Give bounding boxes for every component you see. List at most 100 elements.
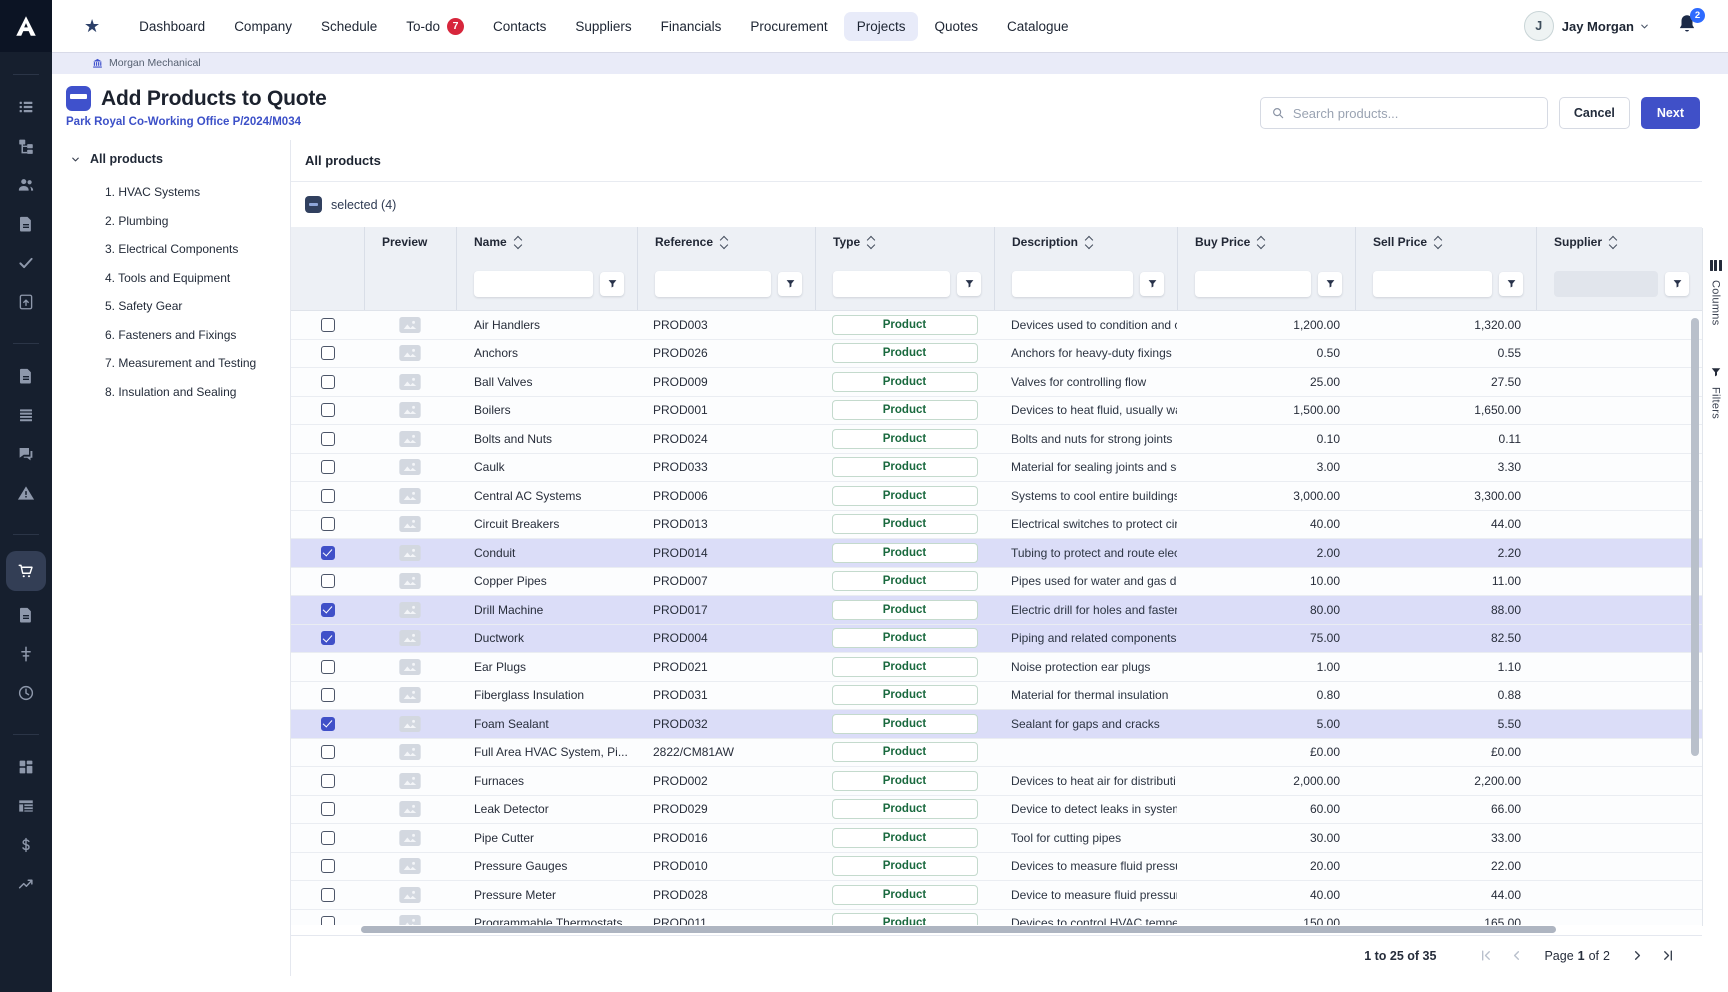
nav-item-projects[interactable]: Projects	[843, 11, 919, 41]
clock-icon[interactable]	[6, 673, 46, 712]
column-header-type[interactable]: Type	[815, 227, 994, 257]
table-row-air-handlers[interactable]: Air Handlers PROD003 Product Devices used t…	[291, 311, 1702, 340]
row-checkbox[interactable]	[320, 602, 335, 617]
horizontal-scrollbar-thumb[interactable]	[361, 926, 1556, 933]
filter-input-reference[interactable]	[655, 270, 771, 297]
table-row-drill-machine[interactable]: Drill Machine PROD017 Product Electric dril…	[291, 596, 1702, 625]
rows-icon[interactable]	[6, 395, 46, 434]
avatar[interactable]: J	[1523, 11, 1554, 41]
table-row-pipe-cutter[interactable]: Pipe Cutter PROD016 Product Tool for cuttin…	[291, 824, 1702, 853]
nav-item-quotes[interactable]: Quotes	[921, 12, 991, 41]
row-checkbox[interactable]	[320, 460, 335, 475]
table-row-bolts-and-nuts[interactable]: Bolts and Nuts PROD024 Product Bolts and nu…	[291, 425, 1702, 454]
row-checkbox[interactable]	[320, 659, 335, 674]
row-checkbox[interactable]	[320, 773, 335, 788]
table-icon[interactable]	[6, 786, 46, 825]
next-page-button[interactable]	[1630, 948, 1645, 963]
nav-item-financials[interactable]: Financials	[648, 12, 735, 41]
tree-item-1-hvac-systems[interactable]: 1. HVAC Systems	[52, 178, 290, 207]
row-checkbox[interactable]	[320, 887, 335, 902]
nav-item-to-do[interactable]: To-do 7	[393, 11, 477, 42]
tree-item-2-plumbing[interactable]: 2. Plumbing	[52, 207, 290, 236]
nav-item-schedule[interactable]: Schedule	[308, 12, 390, 41]
hierarchy-icon[interactable]	[6, 126, 46, 165]
project-link[interactable]: Park Royal Co-Working Office P/2024/M034	[66, 116, 327, 128]
tree-item-7-measurement-and-testing[interactable]: 7. Measurement and Testing	[52, 349, 290, 378]
row-checkbox[interactable]	[320, 859, 335, 874]
filter-funnel-button-buy_price[interactable]	[1318, 271, 1342, 296]
nav-item-catalogue[interactable]: Catalogue	[994, 12, 1082, 41]
document-alt-icon[interactable]	[6, 356, 46, 395]
table-row-ductwork[interactable]: Ductwork PROD004 Product Piping and related…	[291, 624, 1702, 653]
row-checkbox[interactable]	[320, 631, 335, 646]
table-row-central-ac-systems[interactable]: Central AC Systems PROD006 Product Systems …	[291, 482, 1702, 511]
table-row-ball-valves[interactable]: Ball Valves PROD009 Product Valves for cont…	[291, 368, 1702, 397]
nav-item-suppliers[interactable]: Suppliers	[562, 12, 644, 41]
sliders-icon[interactable]	[6, 634, 46, 673]
table-row-copper-pipes[interactable]: Copper Pipes PROD007 Product Pipes used for…	[291, 567, 1702, 596]
row-checkbox[interactable]	[320, 802, 335, 817]
row-checkbox[interactable]	[320, 517, 335, 532]
search-input[interactable]	[1292, 105, 1537, 121]
filter-input-name[interactable]	[474, 270, 593, 297]
table-row-programmable-thermostats[interactable]: Programmable Thermostats PROD011 Product De…	[291, 909, 1702, 925]
sort-icon[interactable]	[1084, 235, 1094, 249]
filter-funnel-button-reference[interactable]	[778, 271, 802, 296]
filter-funnel-button-supplier[interactable]	[1665, 271, 1689, 296]
tree-root-all-products[interactable]: All products	[52, 140, 290, 166]
row-checkbox[interactable]	[320, 488, 335, 503]
row-checkbox[interactable]	[320, 317, 335, 332]
table-row-leak-detector[interactable]: Leak Detector PROD029 Product Device to det…	[291, 795, 1702, 824]
last-page-button[interactable]	[1661, 948, 1676, 963]
column-header-name[interactable]: Name	[456, 227, 637, 257]
breadcrumb-company[interactable]: Morgan Mechanical	[109, 57, 201, 69]
invoice-icon[interactable]	[6, 595, 46, 634]
notifications-button[interactable]: 2	[1676, 8, 1705, 39]
trend-up-icon[interactable]	[6, 864, 46, 903]
row-checkbox[interactable]	[320, 688, 335, 703]
filter-input-sell_price[interactable]	[1373, 270, 1492, 297]
filter-input-description[interactable]	[1012, 270, 1133, 297]
table-row-conduit[interactable]: Conduit PROD014 Product Tubing to protect a…	[291, 539, 1702, 568]
first-page-button[interactable]	[1478, 948, 1493, 963]
sort-icon[interactable]	[1257, 235, 1266, 249]
filter-funnel-button-sell_price[interactable]	[1499, 271, 1523, 296]
row-checkbox[interactable]	[320, 716, 335, 731]
table-row-caulk[interactable]: Caulk PROD033 Product Material for sealing …	[291, 453, 1702, 482]
sort-icon[interactable]	[1608, 235, 1618, 249]
nav-item-contacts[interactable]: Contacts	[480, 12, 559, 41]
filter-funnel-button-description[interactable]	[1140, 271, 1164, 296]
row-checkbox[interactable]	[320, 431, 335, 446]
row-checkbox[interactable]	[320, 346, 335, 361]
row-checkbox[interactable]	[320, 830, 335, 845]
table-row-anchors[interactable]: Anchors PROD026 Product Anchors for heavy-d…	[291, 339, 1702, 368]
nav-item-dashboard[interactable]: Dashboard	[126, 12, 218, 41]
row-checkbox[interactable]	[320, 916, 335, 925]
columns-toggle[interactable]: Columns	[1709, 260, 1722, 326]
file-upload-icon[interactable]	[6, 282, 46, 321]
sort-icon[interactable]	[513, 235, 522, 249]
table-row-pressure-gauges[interactable]: Pressure Gauges PROD010 Product Devices to …	[291, 852, 1702, 881]
dollar-icon[interactable]	[6, 825, 46, 864]
table-row-full-area-hvac-system-pi[interactable]: Full Area HVAC System, Pi... 2822/CM81AW P…	[291, 738, 1702, 767]
filter-funnel-button-name[interactable]	[600, 271, 624, 296]
row-checkbox[interactable]	[320, 374, 335, 389]
filter-input-buy_price[interactable]	[1195, 270, 1311, 297]
favorite-star-icon[interactable]: ★	[84, 17, 100, 35]
column-header-sell_price[interactable]: Sell Price	[1355, 227, 1536, 257]
user-menu[interactable]: Jay Morgan	[1562, 19, 1650, 34]
column-header-supplier[interactable]: Supplier	[1536, 227, 1702, 257]
filter-funnel-button-type[interactable]	[957, 271, 981, 296]
indeterminate-checkbox[interactable]	[305, 196, 322, 213]
nav-item-procurement[interactable]: Procurement	[737, 12, 840, 41]
table-row-boilers[interactable]: Boilers PROD001 Product Devices to heat flu…	[291, 396, 1702, 425]
check-icon[interactable]	[6, 243, 46, 282]
sort-icon[interactable]	[1433, 235, 1443, 249]
users-icon[interactable]	[6, 165, 46, 204]
column-header-reference[interactable]: Reference	[637, 227, 815, 257]
table-row-pressure-meter[interactable]: Pressure Meter PROD028 Product Device to me…	[291, 881, 1702, 910]
table-row-fiberglass-insulation[interactable]: Fiberglass Insulation PROD031 Product Mater…	[291, 681, 1702, 710]
next-button[interactable]: Next	[1640, 97, 1700, 129]
row-checkbox[interactable]	[320, 574, 335, 589]
vertical-scrollbar-thumb[interactable]	[1691, 318, 1699, 756]
